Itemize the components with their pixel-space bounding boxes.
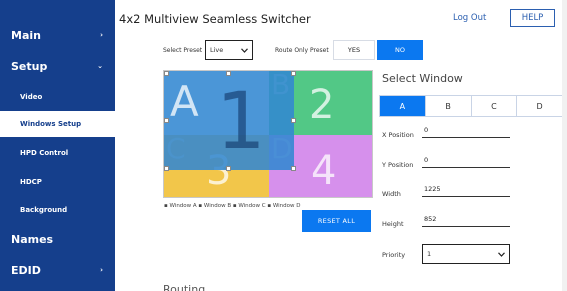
sidebar-item-hdcp[interactable]: HDCP: [0, 169, 115, 195]
height-label: Height: [382, 220, 404, 228]
resize-handle[interactable]: [164, 118, 169, 123]
window-a-number: 1: [216, 77, 266, 167]
preset-select[interactable]: Live: [205, 40, 253, 60]
select-window-title: Select Window: [382, 72, 463, 85]
window-tabs: A B C D: [379, 95, 563, 117]
preset-select-value: Live: [210, 46, 224, 54]
resize-handle[interactable]: [291, 118, 296, 123]
sidebar-item-label: Windows Setup: [20, 120, 82, 128]
select-preset-label: Select Preset: [163, 47, 203, 54]
routing-section-title: Routing: [163, 283, 206, 291]
resize-handle[interactable]: [291, 166, 296, 171]
sidebar-item-background[interactable]: Background: [0, 197, 115, 223]
route-only-yes-button[interactable]: YES: [333, 40, 375, 60]
sidebar: Main › Setup ⌄ Video Windows Setup HPD C…: [0, 0, 115, 291]
sidebar-item-label: HDCP: [20, 178, 42, 186]
sidebar-item-label: Main: [11, 28, 41, 42]
tab-window-c[interactable]: C: [472, 96, 518, 116]
sidebar-item-hpd-control[interactable]: HPD Control: [0, 140, 115, 166]
height-field[interactable]: 852: [422, 215, 510, 227]
sidebar-item-setup[interactable]: Setup ⌄: [0, 56, 115, 76]
chevron-down-icon: ⌄: [97, 62, 103, 70]
sidebar-item-label: Names: [11, 232, 54, 246]
window-legend: ▪ Window A ▪ Window B ▪ Window C ▪ Windo…: [164, 203, 301, 209]
sidebar-item-label: HPD Control: [20, 149, 69, 157]
y-position-label: Y Position: [382, 161, 414, 169]
window-d-number: 4: [311, 148, 337, 194]
width-field[interactable]: 1225: [422, 185, 510, 197]
chevron-right-icon: ›: [100, 266, 103, 274]
resize-handle[interactable]: [291, 71, 296, 76]
help-button[interactable]: HELP: [510, 9, 555, 27]
sidebar-item-label: Video: [20, 93, 43, 101]
chevron-down-icon: [498, 251, 505, 257]
sidebar-item-main[interactable]: Main ›: [0, 25, 115, 45]
x-position-field[interactable]: 0: [422, 126, 510, 138]
sidebar-item-video[interactable]: Video: [0, 84, 115, 110]
sidebar-item-windows-setup[interactable]: Windows Setup: [0, 111, 115, 137]
page-title: 4x2 Multiview Seamless Switcher: [119, 12, 311, 26]
width-label: Width: [382, 190, 401, 198]
route-only-preset-label: Route Only Preset: [275, 47, 329, 54]
reset-all-button[interactable]: RESET ALL: [302, 210, 371, 232]
scrollbar[interactable]: [562, 0, 567, 291]
sidebar-item-names[interactable]: Names: [0, 229, 115, 249]
route-only-no-button[interactable]: NO: [377, 40, 423, 60]
logout-link[interactable]: Log Out: [453, 13, 486, 23]
window-a-tile[interactable]: A 1: [164, 71, 294, 170]
tab-window-b[interactable]: B: [426, 96, 472, 116]
window-a-letter: A: [170, 77, 199, 126]
tab-window-d[interactable]: D: [517, 96, 562, 116]
window-b-number: 2: [309, 82, 335, 128]
sidebar-item-edid[interactable]: EDID ›: [0, 260, 115, 280]
x-position-label: X Position: [382, 131, 414, 139]
priority-select-value: 1: [427, 250, 432, 258]
resize-handle[interactable]: [164, 166, 169, 171]
chevron-down-icon: [241, 47, 248, 53]
resize-handle[interactable]: [164, 71, 169, 76]
tab-window-a[interactable]: A: [380, 96, 426, 116]
y-position-field[interactable]: 0: [422, 156, 510, 168]
sidebar-item-label: EDID: [11, 263, 41, 277]
sidebar-item-label: Setup: [11, 59, 48, 73]
resize-handle[interactable]: [226, 71, 231, 76]
priority-label: Priority: [382, 251, 406, 259]
chevron-right-icon: ›: [100, 31, 103, 39]
resize-handle[interactable]: [226, 166, 231, 171]
priority-select[interactable]: 1: [422, 244, 510, 264]
sidebar-item-label: Background: [20, 206, 68, 214]
window-layout-canvas[interactable]: B 2 C 3 D 4 A 1: [163, 70, 373, 198]
